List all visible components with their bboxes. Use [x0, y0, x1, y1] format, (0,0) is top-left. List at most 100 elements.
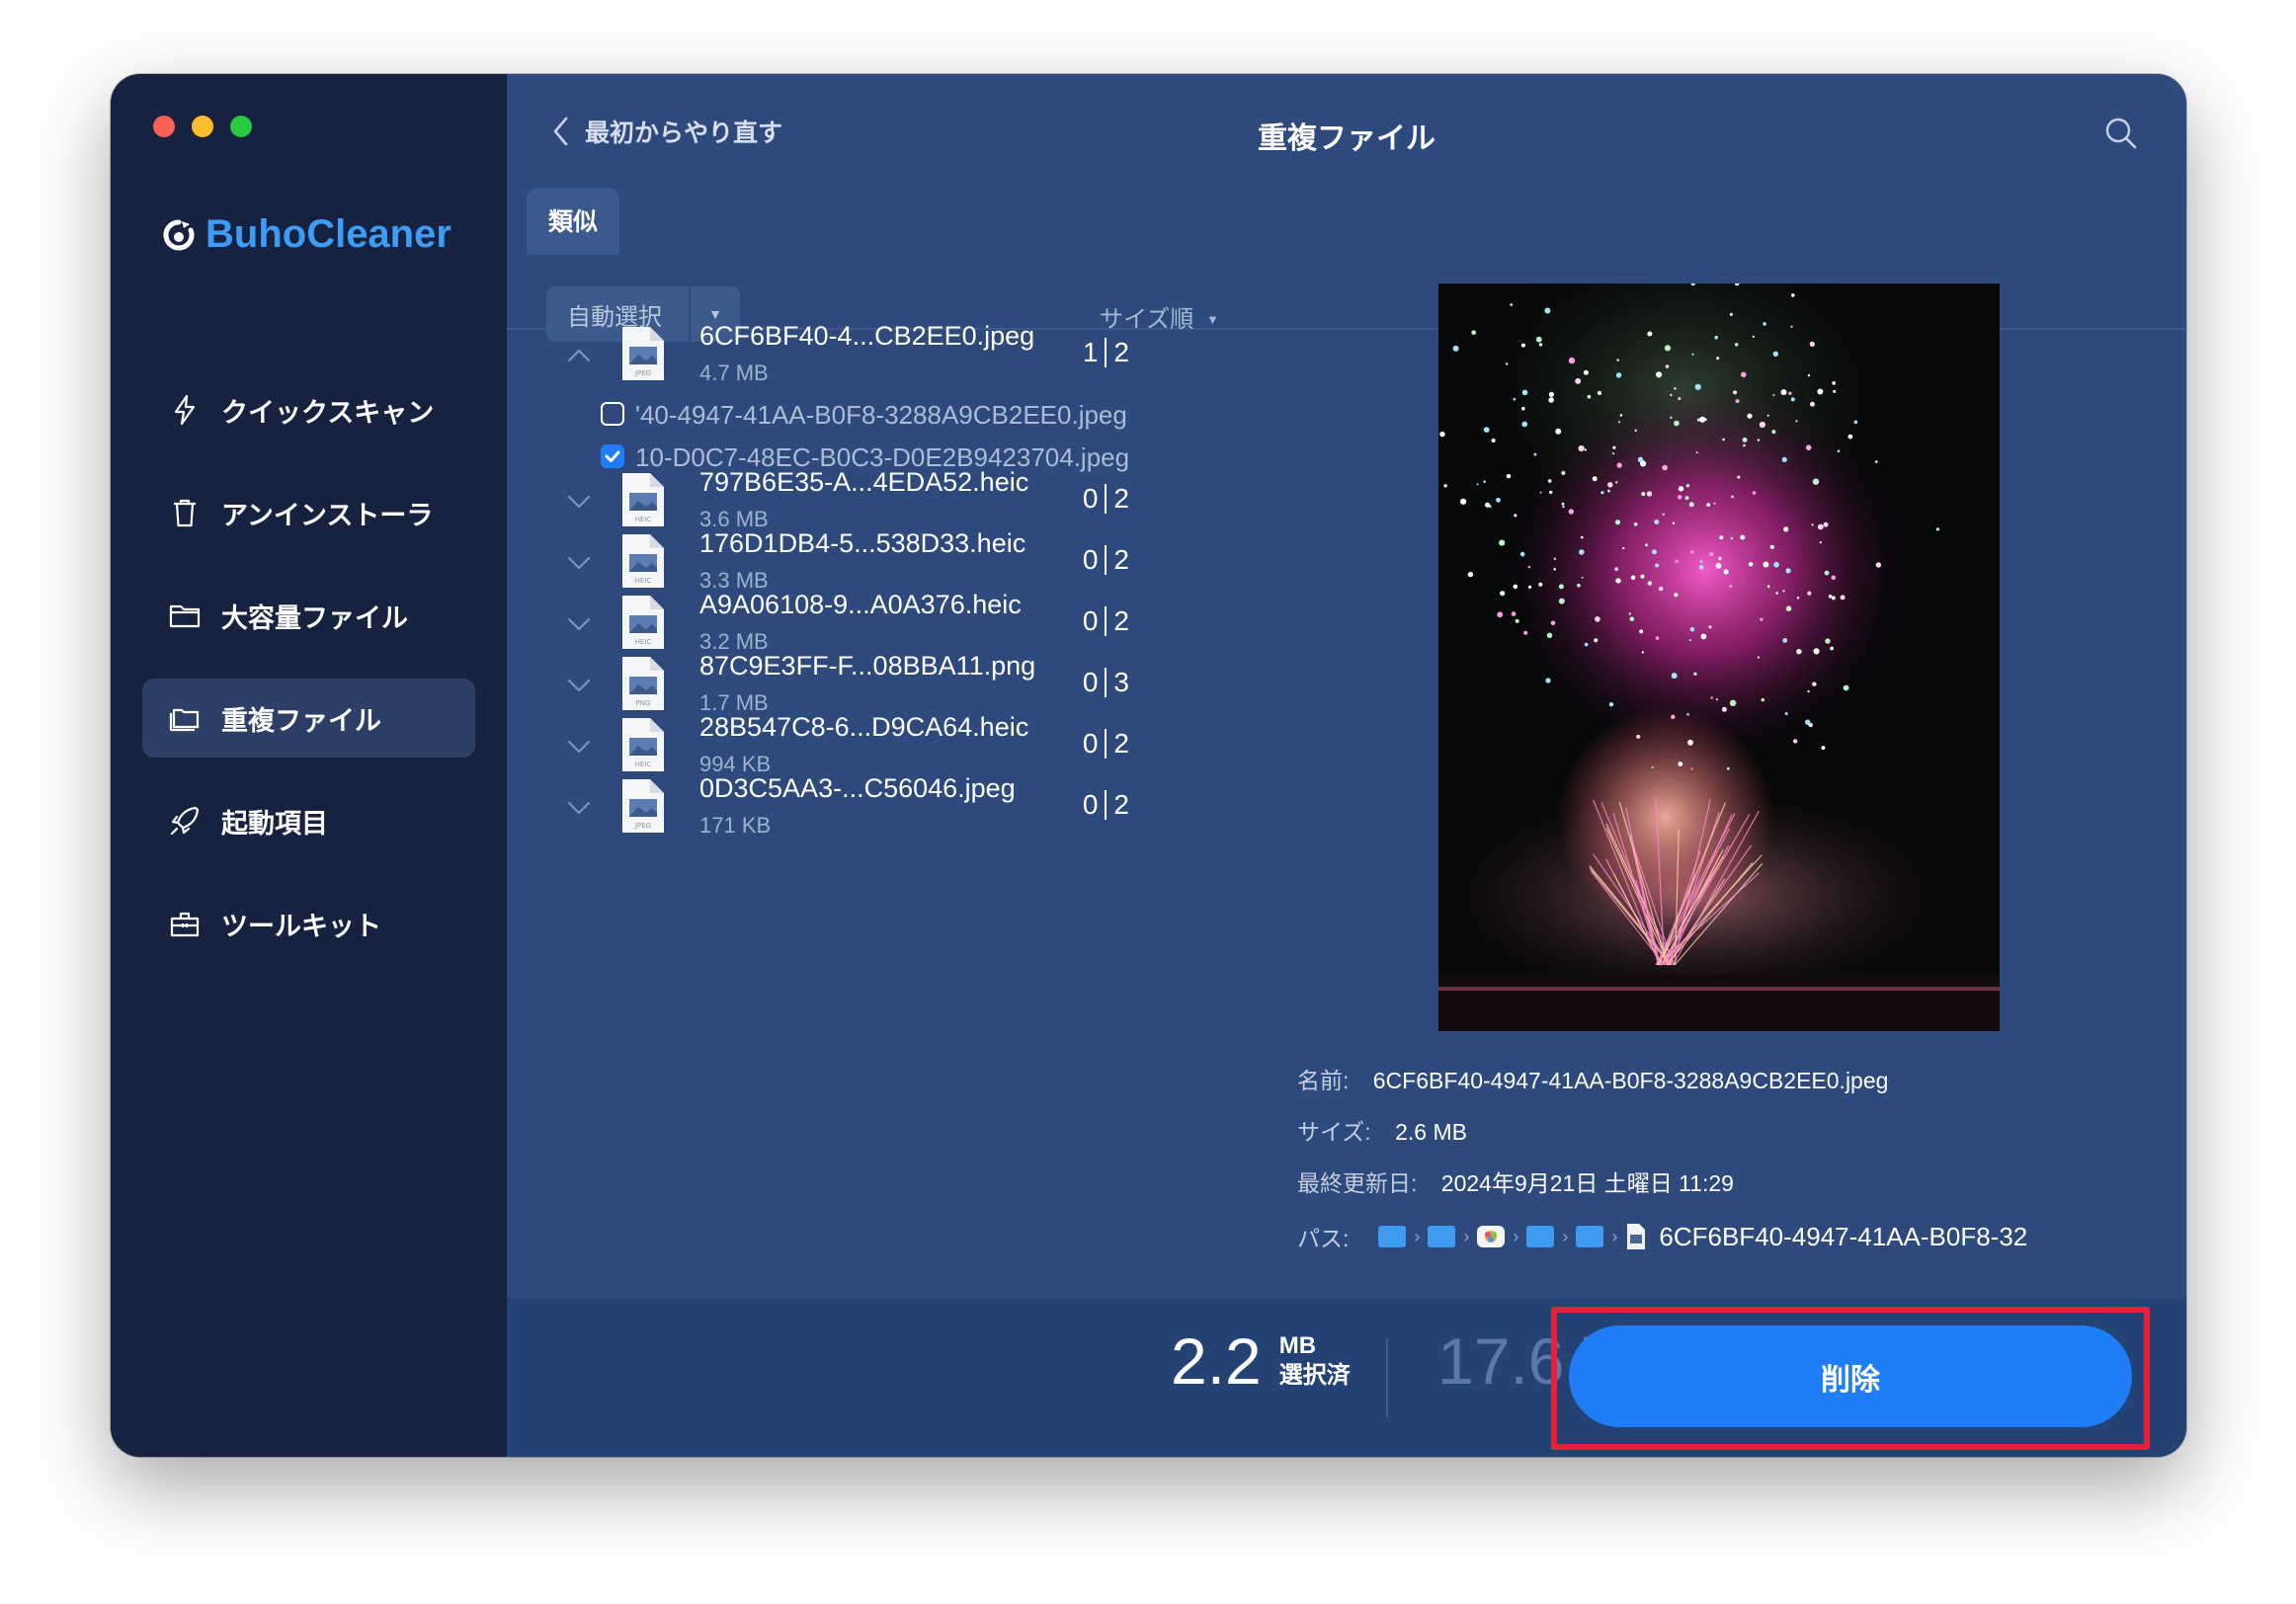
home-folder-icon[interactable] — [1378, 1226, 1407, 1247]
spark — [1521, 406, 1525, 411]
spark — [1689, 627, 1695, 632]
spark — [1796, 649, 1802, 655]
document-icon — [1627, 1224, 1646, 1249]
spark — [1782, 638, 1788, 643]
spark — [1523, 630, 1528, 635]
sidebar-item-toolkit[interactable]: ツールキット — [142, 884, 475, 963]
spark — [1670, 393, 1673, 396]
zoom-window-button[interactable] — [230, 116, 252, 137]
sidebar-item-quick-scan[interactable]: クイックスキャン — [142, 370, 475, 449]
spark — [1784, 712, 1788, 715]
modified-label: 最終更新日: — [1297, 1170, 1418, 1196]
spark — [1807, 373, 1811, 377]
spark — [1729, 312, 1733, 316]
tab-similar[interactable]: 類似 — [527, 188, 620, 255]
sidebar-item-label: アンインストーラ — [221, 500, 434, 530]
group-selection-count: 02 — [1040, 789, 1129, 822]
search-icon[interactable] — [2103, 116, 2139, 151]
spark — [1535, 336, 1542, 343]
sidebar-nav: クイックスキャン アンインストーラ 大容量ファイル 重複ファイル 起動項目 ツー… — [142, 370, 475, 987]
spark — [1634, 429, 1637, 432]
spark — [1672, 521, 1676, 524]
spark — [1840, 595, 1845, 601]
chevron-down-icon[interactable] — [566, 734, 592, 760]
group-file-name: 87C9E3FF-F...08BBA11.png — [699, 651, 1036, 681]
spark — [1853, 420, 1858, 425]
spark — [1752, 335, 1756, 339]
spark — [1575, 377, 1582, 384]
spark — [1547, 479, 1552, 483]
close-window-button[interactable] — [153, 116, 175, 137]
top-bar: 最初からやり直す 重複ファイル — [507, 74, 2186, 188]
selected-size-label: 選択済 — [1278, 1362, 1351, 1389]
spark — [1500, 591, 1506, 597]
trash-icon — [174, 499, 196, 527]
spark — [1847, 434, 1853, 440]
photos-library-icon[interactable] — [1477, 1226, 1506, 1247]
pictures-folder-icon[interactable] — [1428, 1226, 1456, 1247]
spark — [1615, 578, 1621, 584]
path-separator-icon: › — [1611, 1226, 1618, 1246]
spark — [1443, 484, 1447, 488]
spark — [1734, 343, 1739, 347]
delete-button[interactable]: 削除 — [1569, 1325, 2132, 1427]
spark — [1743, 443, 1746, 447]
spark — [1722, 438, 1725, 441]
path-file-name[interactable]: 6CF6BF40-4947-41AA-B0F8-32 — [1659, 1222, 2027, 1252]
spark — [1783, 526, 1789, 532]
minimize-window-button[interactable] — [192, 116, 213, 137]
spark — [1719, 535, 1724, 540]
page-title: 重複ファイル — [1258, 122, 1435, 155]
spark — [1671, 714, 1676, 719]
spark — [1561, 470, 1566, 475]
spark — [1741, 371, 1747, 378]
folder-icon[interactable] — [1526, 1226, 1555, 1247]
path-separator-icon: › — [1414, 1226, 1421, 1246]
spark — [1812, 478, 1820, 485]
spark — [1781, 456, 1787, 462]
spark — [1821, 746, 1826, 751]
spark — [1614, 520, 1621, 525]
spark — [1520, 343, 1525, 348]
spark — [1506, 362, 1509, 365]
spark — [1641, 492, 1646, 497]
spark — [1690, 767, 1693, 770]
spark — [1539, 491, 1542, 494]
spark — [1538, 343, 1543, 347]
folder-icon — [169, 604, 201, 628]
spark — [1452, 345, 1459, 352]
spark — [1548, 391, 1554, 397]
spark — [1763, 561, 1769, 568]
spark — [1757, 656, 1760, 659]
spark — [1616, 462, 1622, 468]
chevron-down-icon[interactable] — [566, 489, 592, 515]
sidebar-item-uninstaller[interactable]: アンインストーラ — [142, 473, 475, 552]
spark — [1726, 766, 1730, 770]
sidebar-item-large-files[interactable]: 大容量ファイル — [142, 576, 475, 655]
chevron-up-icon[interactable] — [566, 343, 592, 368]
toolbox-icon — [170, 912, 200, 937]
sidebar-item-duplicate-files[interactable]: 重複ファイル — [142, 679, 475, 758]
spark — [1793, 739, 1798, 744]
spark — [1700, 633, 1707, 640]
spark — [1678, 762, 1683, 766]
chevron-down-icon[interactable] — [566, 673, 592, 698]
folder-icon[interactable] — [1576, 1226, 1604, 1247]
spark — [1639, 629, 1644, 634]
spark — [1716, 357, 1720, 361]
spark — [1671, 673, 1678, 680]
spark — [1715, 562, 1722, 569]
spark — [1796, 597, 1800, 600]
chevron-down-icon[interactable] — [566, 611, 592, 637]
spark — [1748, 562, 1754, 567]
spark — [1828, 595, 1833, 599]
sidebar-item-startup-items[interactable]: 起動項目 — [142, 781, 475, 860]
name-label: 名前: — [1297, 1068, 1350, 1093]
chevron-down-icon[interactable] — [566, 795, 592, 821]
checkbox-unchecked[interactable] — [601, 402, 624, 426]
spark — [1695, 451, 1698, 454]
chevron-down-icon[interactable] — [566, 550, 592, 576]
duplicate-group-row[interactable]: JPEG 6CF6BF40-4...CB2EE0.jpeg 4.7 MB 1 2 — [507, 313, 1317, 404]
spark — [1674, 593, 1679, 598]
duplicate-group-row[interactable]: JPEG 0D3C5AA3-...C56046.jpeg 171 KB 0 2 — [507, 765, 1317, 856]
